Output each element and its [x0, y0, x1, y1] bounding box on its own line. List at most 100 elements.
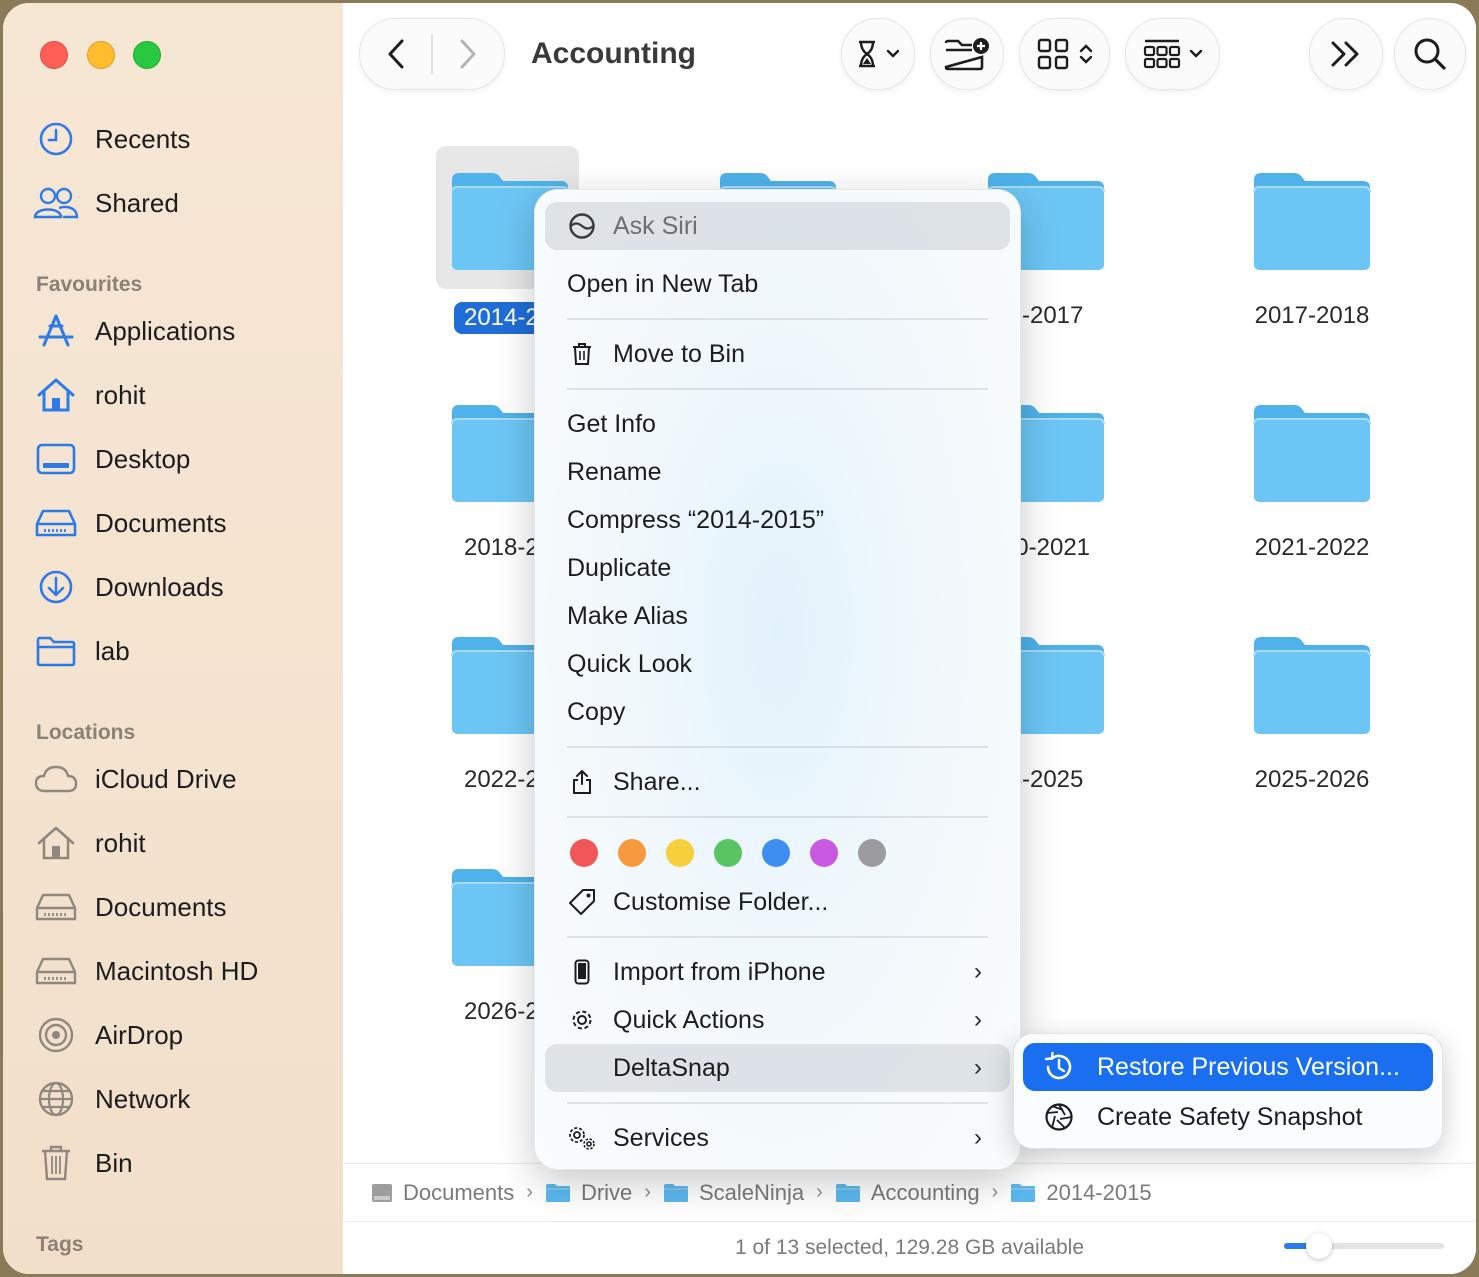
folder-icon [1253, 405, 1371, 502]
status-text: 1 of 13 selected, 129.28 GB available [734, 1236, 1085, 1259]
new-folder-button[interactable] [930, 18, 1004, 90]
menu-separator [567, 318, 988, 320]
globe-icon [33, 1079, 79, 1119]
path-segment[interactable]: Drive [545, 1180, 632, 1206]
view-mode-button[interactable] [1019, 18, 1110, 90]
sidebar-item-icloud-drive[interactable]: iCloud Drive [33, 757, 237, 801]
folder-name-text: 2025-2026 [1254, 766, 1370, 793]
search-button[interactable] [1394, 18, 1466, 90]
slider-knob[interactable] [1306, 1233, 1333, 1259]
group-by-button[interactable] [1125, 18, 1220, 90]
sidebar-item-label: Bin [95, 1147, 133, 1178]
menu-item-quick-look[interactable]: Quick Look [545, 640, 1010, 688]
sidebar-item-label: Macintosh HD [95, 955, 259, 986]
menu-item-compress[interactable]: Compress “2014-2015” [545, 496, 1010, 544]
tag-green[interactable] [714, 839, 742, 867]
menu-item-ask-siri[interactable]: Ask Siri [545, 202, 1010, 250]
folder-item[interactable]: 2021-2022 [1227, 400, 1397, 562]
menu-item-open-new-tab[interactable]: Open in New Tab [545, 260, 1010, 308]
sidebar-item-lab[interactable]: lab [33, 629, 130, 673]
menu-item-label: Quick Look [567, 649, 693, 678]
menu-item-label: Customise Folder... [613, 887, 829, 916]
more-toolbar-button[interactable] [1309, 18, 1383, 90]
menu-item-label: DeltaSnap [613, 1053, 730, 1082]
forward-button[interactable] [433, 39, 503, 69]
tag-yellow[interactable] [666, 839, 694, 867]
sidebar: Recents Shared Favourites Applications r… [3, 3, 343, 1274]
sidebar-item-rohit-location[interactable]: rohit [33, 821, 146, 865]
menu-item-create-safety-snapshot[interactable]: Create Safety Snapshot [1023, 1093, 1433, 1141]
minimize-window-button[interactable] [87, 41, 115, 69]
menu-item-deltasnap[interactable]: DeltaSnap › [545, 1044, 1010, 1092]
path-segment-label: ScaleNinja [698, 1179, 805, 1205]
trash-icon [567, 342, 597, 366]
sidebar-item-label: rohit [95, 379, 146, 410]
menu-item-get-info[interactable]: Get Info [545, 400, 1010, 448]
sidebar-item-recents[interactable]: Recents [33, 117, 190, 161]
back-button[interactable] [361, 39, 431, 69]
sidebar-item-label: Documents [95, 507, 227, 538]
tag-grey[interactable] [858, 839, 886, 867]
menu-item-quick-actions[interactable]: Quick Actions › [545, 996, 1010, 1044]
hourglass-icon [859, 40, 875, 68]
chevron-right-icon: › [644, 1181, 651, 1203]
tag-red[interactable] [570, 839, 598, 867]
menu-item-services[interactable]: Services › [545, 1114, 1010, 1162]
folder-item[interactable]: 2025-2026 [1227, 632, 1397, 794]
path-segment-label: Drive [580, 1179, 633, 1205]
folder-item[interactable]: 2017-2018 [1227, 168, 1397, 330]
favourites-heading: Favourites [36, 273, 143, 296]
sidebar-item-network[interactable]: Network [33, 1077, 190, 1121]
sidebar-item-bin[interactable]: Bin [33, 1141, 133, 1185]
deltasnap-submenu: Restore Previous Version... Create Safet… [1013, 1033, 1443, 1149]
menu-item-copy[interactable]: Copy [545, 688, 1010, 736]
menu-item-rename[interactable]: Rename [545, 448, 1010, 496]
path-segment[interactable]: ScaleNinja [663, 1180, 804, 1206]
icon-size-slider[interactable] [1284, 1233, 1444, 1259]
context-menu: Ask Siri Open in New Tab Move to Bin Get… [534, 189, 1021, 1170]
sidebar-item-shared[interactable]: Shared [33, 181, 179, 225]
tag-blue[interactable] [762, 839, 790, 867]
sidebar-item-label: iCloud Drive [95, 763, 237, 794]
sidebar-item-airdrop[interactable]: AirDrop [33, 1013, 183, 1057]
menu-item-label: Rename [567, 457, 662, 486]
menu-item-move-to-bin[interactable]: Move to Bin [545, 330, 1010, 378]
path-segment[interactable]: 2014-2015 [1010, 1180, 1152, 1206]
menu-item-customise-folder[interactable]: Customise Folder... [545, 878, 1010, 926]
folder-icon [1253, 173, 1371, 270]
menu-item-restore-previous-version[interactable]: Restore Previous Version... [1023, 1043, 1433, 1091]
zoom-window-button[interactable] [133, 41, 161, 69]
menu-item-duplicate[interactable]: Duplicate [545, 544, 1010, 592]
sidebar-item-desktop[interactable]: Desktop [33, 437, 190, 481]
chevron-down-icon [886, 49, 900, 58]
sidebar-item-documents[interactable]: Documents [33, 501, 227, 545]
menu-item-make-alias[interactable]: Make Alias [545, 592, 1010, 640]
back-forward-control [359, 18, 505, 90]
folder-name: 2017-2018 [1227, 302, 1397, 330]
sidebar-item-macintosh-hd[interactable]: Macintosh HD [33, 949, 258, 993]
menu-separator [567, 1102, 988, 1104]
sidebar-item-applications[interactable]: Applications [33, 309, 235, 353]
drive-icon [33, 887, 79, 927]
menu-item-label: Restore Previous Version... [1097, 1052, 1400, 1081]
menu-item-share[interactable]: Share... [545, 758, 1010, 806]
recent-items-button[interactable] [841, 18, 915, 90]
sidebar-item-label: Desktop [95, 443, 191, 474]
menu-item-import-iphone[interactable]: Import from iPhone › [545, 948, 1010, 996]
gears-icon [567, 1125, 597, 1151]
folder-icon [545, 1183, 570, 1202]
sidebar-item-rohit[interactable]: rohit [33, 373, 146, 417]
path-segment[interactable]: Accounting [835, 1180, 980, 1206]
sidebar-item-documents-location[interactable]: Documents [33, 885, 227, 929]
tag-purple[interactable] [810, 839, 838, 867]
tag-icon [567, 888, 597, 916]
history-clock-icon [1043, 1051, 1075, 1083]
path-segment[interactable]: Documents [371, 1180, 514, 1206]
sidebar-item-downloads[interactable]: Downloads [33, 565, 224, 609]
folder-icon [663, 1183, 688, 1202]
close-window-button[interactable] [40, 41, 68, 69]
menu-item-label: Services [613, 1123, 709, 1152]
menu-item-label: Make Alias [567, 601, 688, 630]
window-title: Accounting [531, 37, 696, 70]
tag-orange[interactable] [618, 839, 646, 867]
